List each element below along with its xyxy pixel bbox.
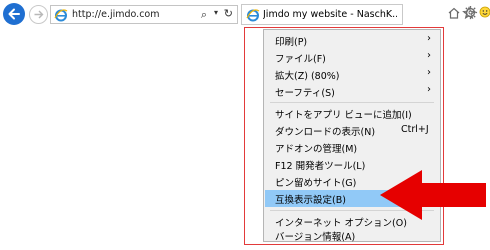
address-dropdown-icon[interactable]: ▾ — [214, 8, 218, 17]
ie-logo-icon — [246, 9, 260, 22]
submenu-arrow-icon: › — [427, 67, 431, 78]
menu-item-label: セーフティ(S) — [275, 88, 335, 99]
menu-item-label: ダウンロードの表示(N) — [275, 127, 376, 138]
home-icon[interactable] — [447, 6, 461, 20]
menu-item-label: バージョン情報(A) — [275, 232, 356, 243]
menu-item-safety[interactable]: セーフティ(S) › — [265, 83, 439, 100]
tab-title: Jimdo my website - NaschK... — [263, 9, 397, 20]
submenu-arrow-icon: › — [427, 84, 431, 95]
browser-tab[interactable]: Jimdo my website - NaschK... — [241, 4, 403, 25]
menu-item-about[interactable]: バージョン情報(A) — [265, 228, 439, 243]
menu-item-label: 印刷(P) — [275, 37, 308, 48]
forward-button[interactable] — [29, 5, 48, 24]
menu-item-label: 互換表示設定(B) — [275, 195, 346, 206]
submenu-arrow-icon: › — [427, 33, 431, 44]
url-text[interactable]: http://e.jimdo.com — [72, 9, 160, 20]
ie-logo-icon — [54, 9, 68, 22]
new-tab-button[interactable] — [405, 4, 423, 25]
forward-arrow-icon — [34, 10, 44, 19]
menu-separator — [270, 102, 434, 103]
menu-item-zoom[interactable]: 拡大(Z) (80%) › — [265, 66, 439, 83]
menu-item-addons[interactable]: アドオンの管理(M) — [265, 139, 439, 156]
menu-item-shortcut: Ctrl+J — [401, 124, 429, 135]
menu-item-label: ファイル(F) — [275, 54, 326, 65]
menu-item-print[interactable]: 印刷(P) › — [265, 32, 439, 49]
search-icon[interactable]: ⌕ — [201, 8, 207, 22]
menu-item-label: 拡大(Z) (80%) — [275, 71, 340, 82]
menu-item-label: サイトをアプリ ビューに追加(I) — [275, 110, 412, 121]
menu-item-label: アドオンの管理(M) — [275, 144, 358, 155]
red-arrow-icon — [380, 170, 486, 220]
back-arrow-icon — [8, 8, 20, 20]
back-button[interactable] — [3, 3, 25, 25]
menu-item-label: ピン留めサイト(G) — [275, 178, 357, 189]
menu-item-label: F12 開発者ツール(L) — [275, 161, 366, 172]
address-bar[interactable]: http://e.jimdo.com ⌕ ▾ ↻ — [50, 5, 238, 24]
gear-icon[interactable] — [463, 5, 478, 20]
menu-item-file[interactable]: ファイル(F) › — [265, 49, 439, 66]
refresh-icon[interactable]: ↻ — [224, 7, 233, 20]
menu-item-add-to-apps[interactable]: サイトをアプリ ビューに追加(I) — [265, 105, 439, 122]
smiley-feedback-icon[interactable] — [479, 5, 490, 19]
submenu-arrow-icon: › — [427, 50, 431, 61]
menu-item-downloads[interactable]: ダウンロードの表示(N) Ctrl+J — [265, 122, 439, 139]
